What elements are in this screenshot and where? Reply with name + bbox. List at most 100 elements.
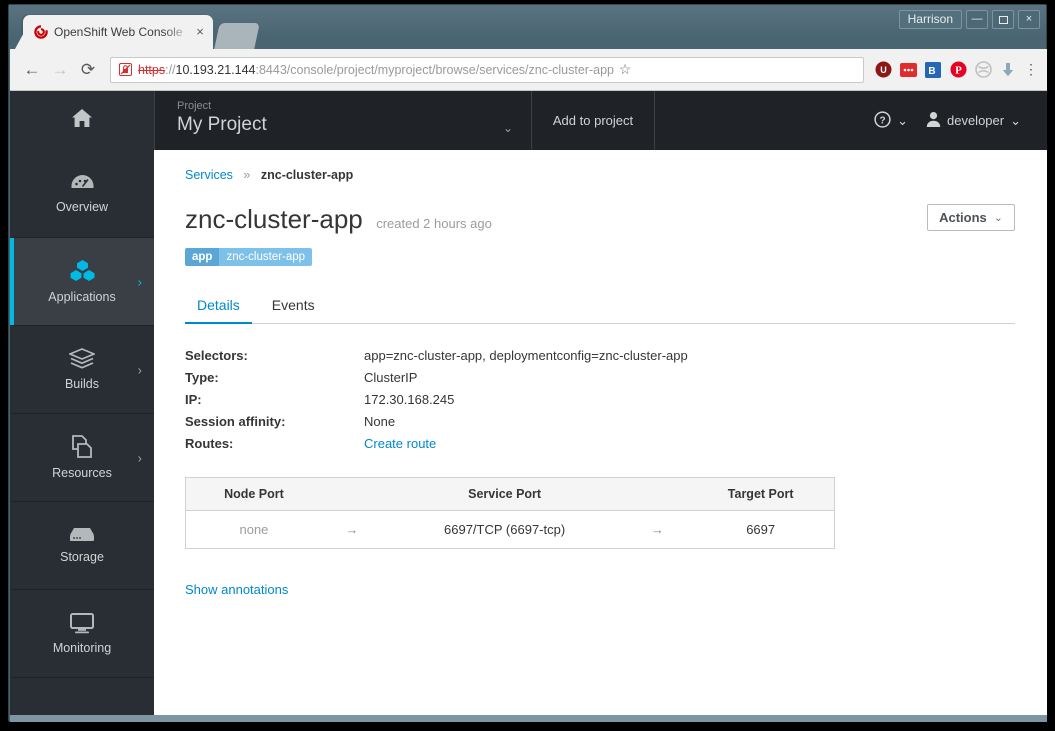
user-menu-label: developer: [946, 113, 1005, 128]
breadcrumb-link-services[interactable]: Services: [185, 168, 233, 182]
bookmark-star-icon[interactable]: ☆: [614, 61, 636, 78]
browser-toolbar: ← → ⟳ https://10.193.21.144:8443/console…: [10, 49, 1047, 91]
chevron-right-icon: ›: [137, 274, 142, 289]
chevron-down-icon: ⌄: [1010, 112, 1021, 128]
browser-menu-icon[interactable]: ⋮: [1017, 62, 1039, 76]
sidebar-filler: [10, 678, 154, 715]
insecure-lock-icon[interactable]: [118, 63, 132, 77]
layers-icon: [69, 348, 95, 370]
ublock-origin-icon[interactable]: U: [874, 61, 892, 79]
os-window: Harrison — × OpenShift Web Console × ← →…: [8, 4, 1047, 722]
cell-node-port: none: [239, 522, 269, 537]
detail-row-session-affinity: Session affinity: None: [185, 414, 1015, 429]
detail-value: app=znc-cluster-app, deploymentconfig=zn…: [364, 348, 688, 363]
detail-key: Type:: [185, 370, 219, 385]
copy-pages-icon: [70, 435, 94, 459]
project-selector[interactable]: Project My Project ⌄: [154, 91, 532, 150]
column-header-target-port: Target Port: [687, 477, 835, 511]
dashboard-icon: [70, 173, 95, 193]
column-header-service-port: Service Port: [381, 477, 628, 511]
url-path: /console/project/myproject/browse/servic…: [286, 62, 614, 77]
svg-text:P: P: [955, 65, 962, 77]
label-value: znc-cluster-app: [219, 248, 313, 266]
cell-service-port: 6697/TCP (6697-tcp): [444, 522, 566, 537]
sidebar-item-applications[interactable]: Applications ›: [10, 238, 154, 326]
cell-target-port: 6697: [746, 522, 776, 537]
table-row: none → 6697/TCP (6697-tcp) → 6697: [186, 511, 835, 549]
page-viewport: Project My Project ⌄ Add to project ? ⌄: [10, 91, 1047, 715]
sidebar-item-builds[interactable]: Builds ›: [10, 326, 154, 414]
actions-button[interactable]: Actions ⌄: [927, 204, 1015, 231]
add-to-project-button[interactable]: Add to project: [532, 91, 655, 150]
url-port: :8443: [255, 62, 287, 77]
sidebar-item-label: Applications: [48, 290, 116, 304]
browser-tab-title: OpenShift Web Console: [54, 25, 183, 39]
arrow-right-icon: →: [650, 522, 664, 537]
sidebar-item-label: Monitoring: [52, 640, 112, 655]
disconnect-icon[interactable]: [974, 61, 992, 79]
sidebar-item-overview[interactable]: Overview: [10, 150, 154, 238]
window-statusbar: [10, 715, 1047, 722]
monitor-icon: [70, 612, 94, 634]
svg-text:B: B: [928, 66, 935, 77]
ports-table-body: none → 6697/TCP (6697-tcp) → 6697: [186, 511, 835, 549]
reload-button[interactable]: ⟳: [74, 56, 102, 84]
home-button[interactable]: [10, 91, 154, 150]
detail-row-type: Type: ClusterIP: [185, 370, 1015, 385]
sidebar-item-storage[interactable]: Storage: [10, 502, 154, 590]
home-icon: [71, 108, 93, 133]
user-menu[interactable]: developer ⌄: [926, 111, 1021, 130]
sidebar-item-label: Builds: [64, 377, 100, 391]
detail-value: 172.30.168.245: [364, 392, 455, 407]
tab-close-icon[interactable]: ×: [193, 25, 207, 39]
project-selector-value: My Project: [177, 114, 267, 135]
tab-events[interactable]: Events: [260, 290, 327, 324]
detail-row-ip: IP: 172.30.168.245: [185, 392, 1015, 407]
create-route-link[interactable]: Create route: [364, 436, 436, 451]
label-key: app: [185, 248, 220, 266]
pinterest-icon[interactable]: P: [949, 61, 967, 79]
breadcrumb: Services » znc-cluster-app: [185, 168, 1015, 182]
breadcrumb-separator: »: [243, 168, 251, 182]
tab-details[interactable]: Details: [185, 290, 252, 324]
address-bar[interactable]: https://10.193.21.144:8443/console/proje…: [110, 56, 864, 83]
sidebar-item-label: Overview: [55, 200, 109, 214]
detail-key: IP:: [185, 392, 202, 407]
console-navbar: Project My Project ⌄ Add to project ? ⌄: [10, 91, 1047, 150]
download-icon[interactable]: [999, 61, 1017, 79]
detail-value: None: [364, 414, 396, 429]
extension-icons: U B P: [870, 61, 1017, 79]
sidebar-item-monitoring[interactable]: Monitoring: [10, 590, 154, 678]
browser-tab-active[interactable]: OpenShift Web Console ×: [23, 15, 213, 49]
page-title: znc-cluster-app: [185, 204, 363, 234]
arrow-right-icon: →: [345, 522, 359, 537]
detail-value-wrap: Create route: [364, 436, 436, 451]
openshift-logo-icon: [33, 25, 48, 40]
storage-icon: [69, 527, 95, 543]
sidebar-item-resources[interactable]: Resources ›: [10, 414, 154, 502]
detail-row-routes: Routes: Create route: [185, 436, 1015, 451]
main-content: Services » znc-cluster-app znc-cluster-a…: [154, 150, 1047, 715]
sidebar-item-label: Storage: [60, 550, 104, 564]
url-scheme: https: [138, 62, 166, 77]
browser-tab-inactive[interactable]: [214, 23, 260, 49]
show-annotations-link[interactable]: Show annotations: [185, 582, 288, 597]
forward-button[interactable]: →: [46, 56, 74, 84]
cubes-icon: [69, 259, 96, 283]
label-badge-app[interactable]: app znc-cluster-app: [185, 248, 313, 266]
ports-table: Node Port Service Port Target Port none …: [185, 477, 835, 549]
adblock-icon[interactable]: [899, 61, 917, 79]
ports-table-head: Node Port Service Port Target Port: [185, 477, 835, 511]
column-header-node-port: Node Port: [185, 477, 322, 511]
url-host: 10.193.21.144: [175, 62, 256, 77]
console-sidebar: Overview Applications › Builds › Resourc…: [10, 150, 154, 715]
detail-row-selectors: Selectors: app=znc-cluster-app, deployme…: [185, 348, 1015, 363]
column-header-spacer-1: [321, 477, 382, 511]
help-circle-icon: ?: [874, 110, 891, 131]
bitwarden-icon[interactable]: B: [924, 61, 942, 79]
user-avatar-icon: [926, 111, 941, 130]
back-button[interactable]: ←: [18, 56, 46, 84]
help-menu[interactable]: ? ⌄: [874, 110, 908, 131]
sidebar-item-label: Resources: [52, 466, 112, 480]
page-title-group: znc-cluster-app created 2 hours ago: [185, 204, 492, 234]
